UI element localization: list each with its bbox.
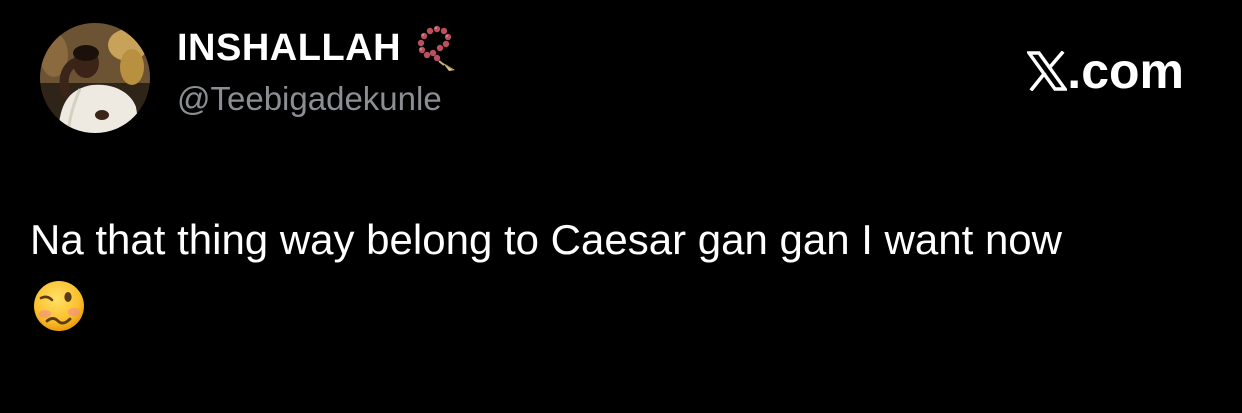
brand[interactable]: .com: [1025, 43, 1184, 99]
avatar[interactable]: [40, 23, 150, 133]
display-name[interactable]: INSHALLAH: [177, 27, 401, 70]
prayer-beads-icon: [413, 24, 463, 72]
profile-photo: [40, 23, 150, 133]
x-logo-icon: [1025, 50, 1069, 92]
tweet-text: Na that thing way belong to Caesar gan g…: [30, 216, 1062, 263]
woozy-face-icon: [30, 278, 90, 334]
author-name-row: INSHALLAH: [177, 25, 463, 71]
brand-text: .com: [1067, 43, 1184, 99]
author-handle[interactable]: @Teebigadekunle: [177, 80, 442, 118]
